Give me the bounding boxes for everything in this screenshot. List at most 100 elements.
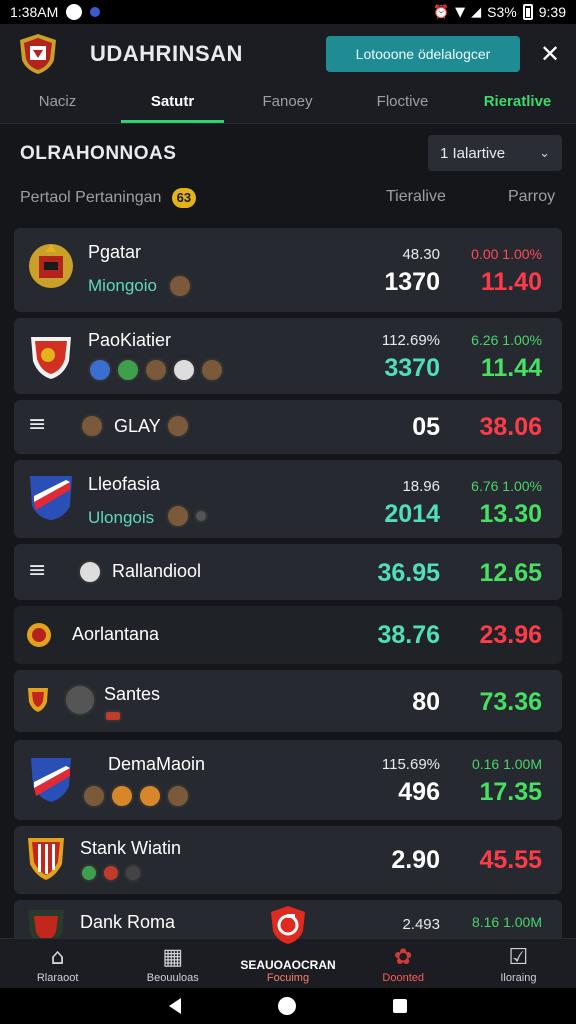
player-avatar-icon <box>168 274 192 298</box>
value-a: 2014 <box>384 500 440 528</box>
nav-clipboard[interactable]: ☑ Iloraing <box>461 939 576 988</box>
player-icons <box>82 784 190 808</box>
team-crest-icon <box>31 337 71 379</box>
list-item[interactable]: Santes 80 73.36 <box>14 670 562 732</box>
close-icon[interactable]: ✕ <box>540 40 560 68</box>
player-icons <box>104 710 122 722</box>
player-icons <box>88 358 224 382</box>
team-name: Pgatar <box>88 242 142 262</box>
value-a: 36.95 <box>377 559 440 587</box>
column-header-a: Tieralive <box>386 188 446 205</box>
team-name: Rallandiool <box>112 561 202 581</box>
list-item[interactable]: ≡ GLAY 05 38.06 <box>14 400 562 454</box>
stats-icon: ▦ <box>162 945 184 970</box>
ball-icon <box>78 560 102 584</box>
list-item[interactable]: PaoKiatier 112.69% 3370 6.26 1.00% 11.44 <box>14 318 562 394</box>
team-name: DemaMaoin <box>108 754 206 774</box>
list-item[interactable]: Stank Wiatin 2.90 45.55 <box>14 826 562 894</box>
status-dot-icon <box>124 864 142 882</box>
filter-dropdown[interactable]: 1 Ialartive ⌄ <box>428 135 562 171</box>
nav-center[interactable]: SEAUOAOCRAN Focuimg <box>230 906 345 988</box>
team-crest-icon <box>30 476 72 520</box>
list-item[interactable]: Lleofasia Ulongois 18.96 2014 6.76 1.00%… <box>14 460 562 538</box>
menu-icon[interactable]: ≡ <box>28 412 46 437</box>
player-avatar-icon <box>88 358 112 382</box>
tab-satutr[interactable]: Satutr <box>115 84 230 123</box>
player-icons <box>166 504 208 528</box>
ball-icon <box>172 358 196 382</box>
player-icons <box>166 414 190 438</box>
player-avatar-icon <box>144 358 168 382</box>
team-name: Stank Wiatin <box>80 838 182 858</box>
list-item[interactable]: DemaMaoin 115.69% 496 0.16 1.00M 17.35 <box>14 740 562 820</box>
player-icons <box>168 274 192 298</box>
tab-fanoey[interactable]: Fanoey <box>230 84 345 123</box>
value-b-small: 0.16 1.00M <box>471 756 542 772</box>
signal-icon: ◢ <box>471 4 482 20</box>
player-icons <box>78 560 102 584</box>
value-b: 45.55 <box>479 846 542 874</box>
home-button-icon[interactable] <box>277 997 296 1015</box>
small-dot-icon <box>194 509 208 523</box>
value-b: 73.36 <box>479 688 542 716</box>
team-crest-icon <box>31 758 71 802</box>
list-item[interactable]: Pgatar Miongoio 48.30 1370 0.00 1.00% 11… <box>14 228 562 312</box>
value-a: 2.90 <box>391 846 440 874</box>
status-dot-icon <box>102 864 120 882</box>
logo-badge-icon <box>271 906 305 944</box>
nav-home[interactable]: ⌂ Rlaraoot <box>0 939 115 988</box>
team-sub: Ulongois <box>88 508 155 527</box>
player-avatar-icon <box>166 504 190 528</box>
tab-bar: Naciz Satutr Fanoey Floctive Rieratlive <box>0 84 576 124</box>
value-b-small: 6.26 1.00% <box>471 332 542 348</box>
flag-icon <box>104 710 122 722</box>
system-nav-bar <box>0 988 576 1024</box>
app-notification-icon <box>90 7 101 17</box>
menu-icon[interactable]: ≡ <box>28 558 46 583</box>
team-sub: Miongoio <box>88 276 157 295</box>
filter-label: 1 Ialartive <box>440 144 506 162</box>
status-bar: 1:38AM ⏰ ▼ ◢ S3% 9:39 <box>0 0 576 24</box>
team-name: Lleofasia <box>88 474 161 494</box>
player-avatar-icon <box>64 684 96 716</box>
nav-home-label: Rlaraoot <box>36 972 79 984</box>
nav-gift[interactable]: ✿ Doonted <box>346 939 461 988</box>
value-b-small: 8.16 1.00M <box>471 914 542 930</box>
crest-mini-icon <box>110 784 134 808</box>
alarm-icon: ⏰ <box>432 4 450 20</box>
player-avatar-icon <box>200 358 224 382</box>
value-b: 23.96 <box>479 621 542 649</box>
value-a: 496 <box>398 778 440 806</box>
team-crest-icon <box>27 623 51 647</box>
nav-clipboard-label: Iloraing <box>500 972 537 984</box>
recents-icon[interactable] <box>393 999 408 1013</box>
home-icon: ⌂ <box>50 945 65 970</box>
value-a: 05 <box>412 413 440 441</box>
tab-rieratlive[interactable]: Rieratlive <box>460 84 575 123</box>
value-a: 80 <box>412 688 440 716</box>
promo-button[interactable]: Lotooone ödelalogcer <box>326 36 520 72</box>
player-avatar-icon <box>82 784 106 808</box>
club-crest-icon <box>20 34 56 74</box>
list-item[interactable]: ≡ Rallandiool 36.95 12.65 <box>14 544 562 600</box>
notification-icon <box>66 4 83 20</box>
nav-stats[interactable]: ▦ Beouuloas <box>115 939 230 988</box>
tab-floctive[interactable]: Floctive <box>345 84 460 123</box>
subtitle-text: Pertaol Pertaningan <box>20 189 162 207</box>
battery-percent: S3% <box>487 4 517 20</box>
tab-nacle[interactable]: Naciz <box>0 84 115 123</box>
battery-icon <box>522 4 533 20</box>
team-name: GLAY <box>114 416 161 436</box>
value-a: 38.76 <box>377 621 440 649</box>
value-b: 11.44 <box>480 354 542 382</box>
list-item[interactable]: Aorlantana 38.76 23.96 <box>14 606 562 664</box>
team-name: Dank Roma <box>80 912 176 932</box>
nav-center-title: SEAUOAOCRAN <box>240 958 336 972</box>
crest-mini-icon <box>138 784 162 808</box>
value-b: 13.30 <box>479 500 542 528</box>
player-icons <box>80 864 142 882</box>
back-icon[interactable] <box>168 998 181 1014</box>
gift-icon: ✿ <box>393 945 413 970</box>
status-time: 1:38AM <box>10 4 59 20</box>
nav-center-label: Focuimg <box>266 972 310 984</box>
